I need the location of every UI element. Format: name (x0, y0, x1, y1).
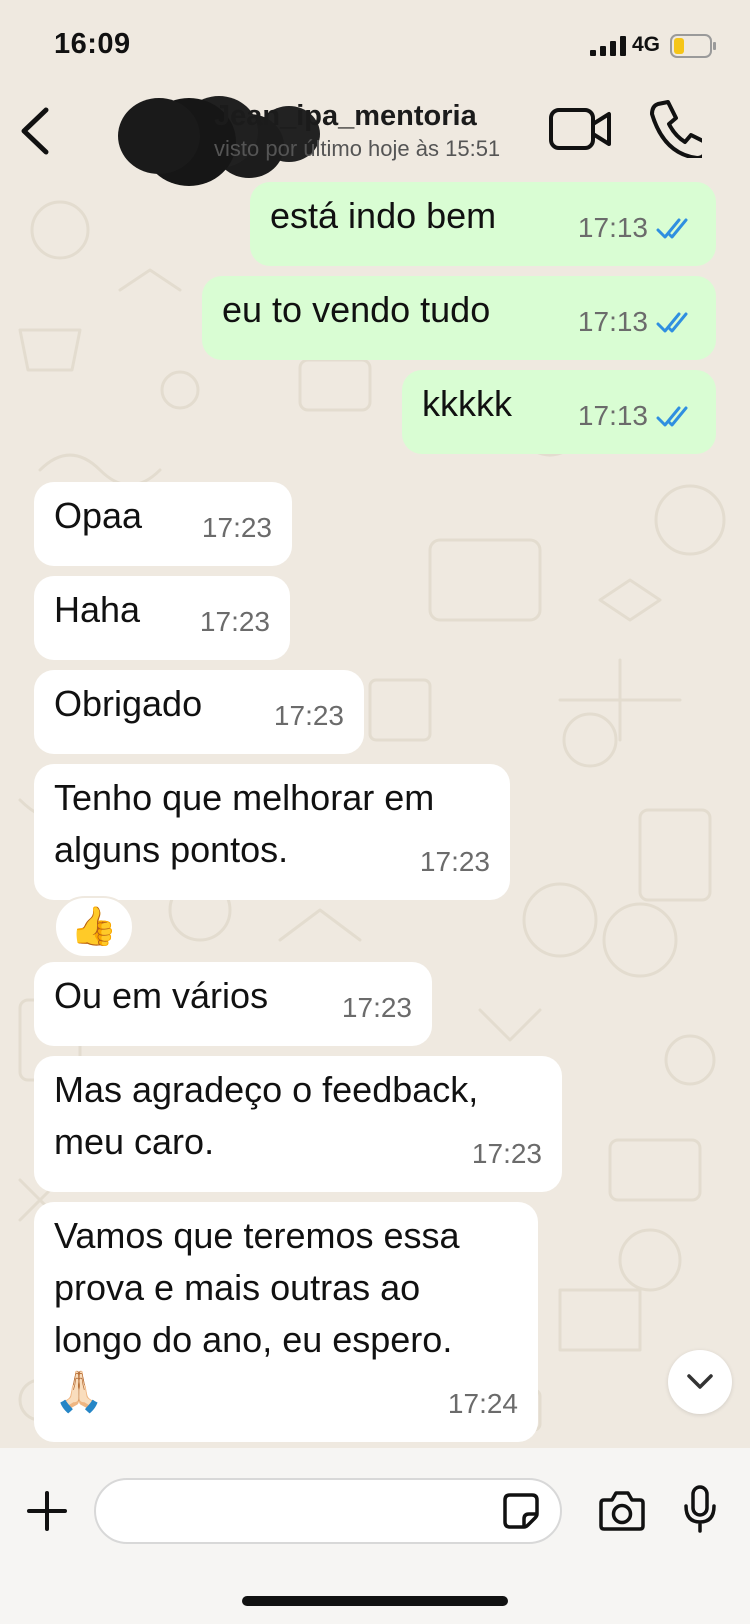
message-meta: 17:23 (274, 690, 344, 742)
read-ticks-icon (656, 406, 688, 427)
scroll-to-bottom-button[interactable] (668, 1350, 732, 1414)
message-time: 17:23 (341, 992, 412, 1023)
message-text-line: Vamos que teremos essa (54, 1215, 460, 1256)
read-ticks-icon (656, 218, 688, 239)
home-indicator (242, 1596, 508, 1606)
read-ticks-icon (656, 312, 688, 333)
message-time: 17:13 (577, 400, 648, 431)
message-time: 17:23 (273, 700, 344, 731)
microphone-icon[interactable] (682, 1484, 718, 1534)
status-bar: 16:09 4G (0, 0, 750, 92)
message-input[interactable] (94, 1478, 562, 1544)
back-chevron-icon[interactable] (16, 104, 54, 158)
battery-icon (670, 34, 716, 58)
message-text-line: meu caro. (54, 1121, 215, 1162)
contact-avatar[interactable] (118, 98, 200, 174)
message-meta: 17:13 (578, 390, 696, 442)
reaction-emoji: 👍 (70, 906, 118, 948)
chat-header: Jean_ipa_mentoria visto por último hoje … (0, 92, 750, 182)
cellular-signal-icon (590, 36, 626, 56)
camera-icon[interactable] (598, 1488, 646, 1532)
message-bubble-incoming[interactable]: Tenho que melhorar em alguns pontos. 17:… (34, 764, 510, 900)
message-bubble-incoming[interactable]: Mas agradeço o feedback, meu caro. 17:23 (34, 1056, 562, 1192)
message-time: 17:23 (471, 1138, 542, 1169)
plus-icon[interactable] (26, 1490, 68, 1532)
message-meta: 17:23 (472, 1128, 542, 1180)
message-bubble-incoming[interactable]: Vamos que teremos essa prova e mais outr… (34, 1202, 538, 1442)
message-text-line: Tenho que melhorar em (54, 777, 435, 818)
last-seen-status: visto por último hoje às 15:51 (214, 136, 501, 161)
message-time: 17:24 (447, 1388, 518, 1419)
message-time: 17:13 (577, 306, 648, 337)
message-text-line: prova e mais outras ao (54, 1267, 421, 1308)
message-bubble-incoming[interactable]: Haha 17:23 (34, 576, 290, 660)
message-bubble-incoming[interactable]: Opaa 17:23 (34, 482, 292, 566)
message-bubble-outgoing[interactable]: está indo bem 17:13 (250, 182, 716, 266)
chevron-down-icon (687, 1374, 713, 1389)
sticker-icon[interactable] (502, 1492, 540, 1530)
video-call-icon[interactable] (548, 104, 612, 154)
network-type: 4G (632, 33, 661, 56)
message-time: 17:23 (419, 846, 490, 877)
message-meta: 17:24 (448, 1378, 518, 1430)
message-bubble-incoming[interactable]: Obrigado 17:23 (34, 670, 364, 754)
message-meta: 17:23 (420, 836, 490, 888)
message-meta: 17:13 (578, 296, 696, 348)
message-time: 17:23 (201, 512, 272, 543)
message-bubble-incoming[interactable]: Ou em vários 17:23 (34, 962, 432, 1046)
message-bubble-outgoing[interactable]: kkkkk 17:13 (402, 370, 716, 454)
voice-call-icon[interactable] (646, 98, 702, 158)
contact-name[interactable]: Jean_ipa_mentoria (214, 100, 477, 133)
message-meta: 17:23 (342, 982, 412, 1034)
message-meta: 17:23 (200, 596, 270, 648)
message-meta: 17:23 (202, 502, 272, 554)
message-time: 17:23 (199, 606, 270, 637)
status-time: 16:09 (54, 28, 131, 60)
message-text-line: longo do ano, eu espero. (54, 1319, 453, 1360)
message-meta: 17:13 (578, 202, 696, 254)
message-bubble-outgoing[interactable]: eu to vendo tudo 17:13 (202, 276, 716, 360)
message-reaction[interactable]: 👍 (54, 896, 134, 958)
message-time: 17:13 (577, 212, 648, 243)
message-text-line: Mas agradeço o feedback, (54, 1069, 479, 1110)
